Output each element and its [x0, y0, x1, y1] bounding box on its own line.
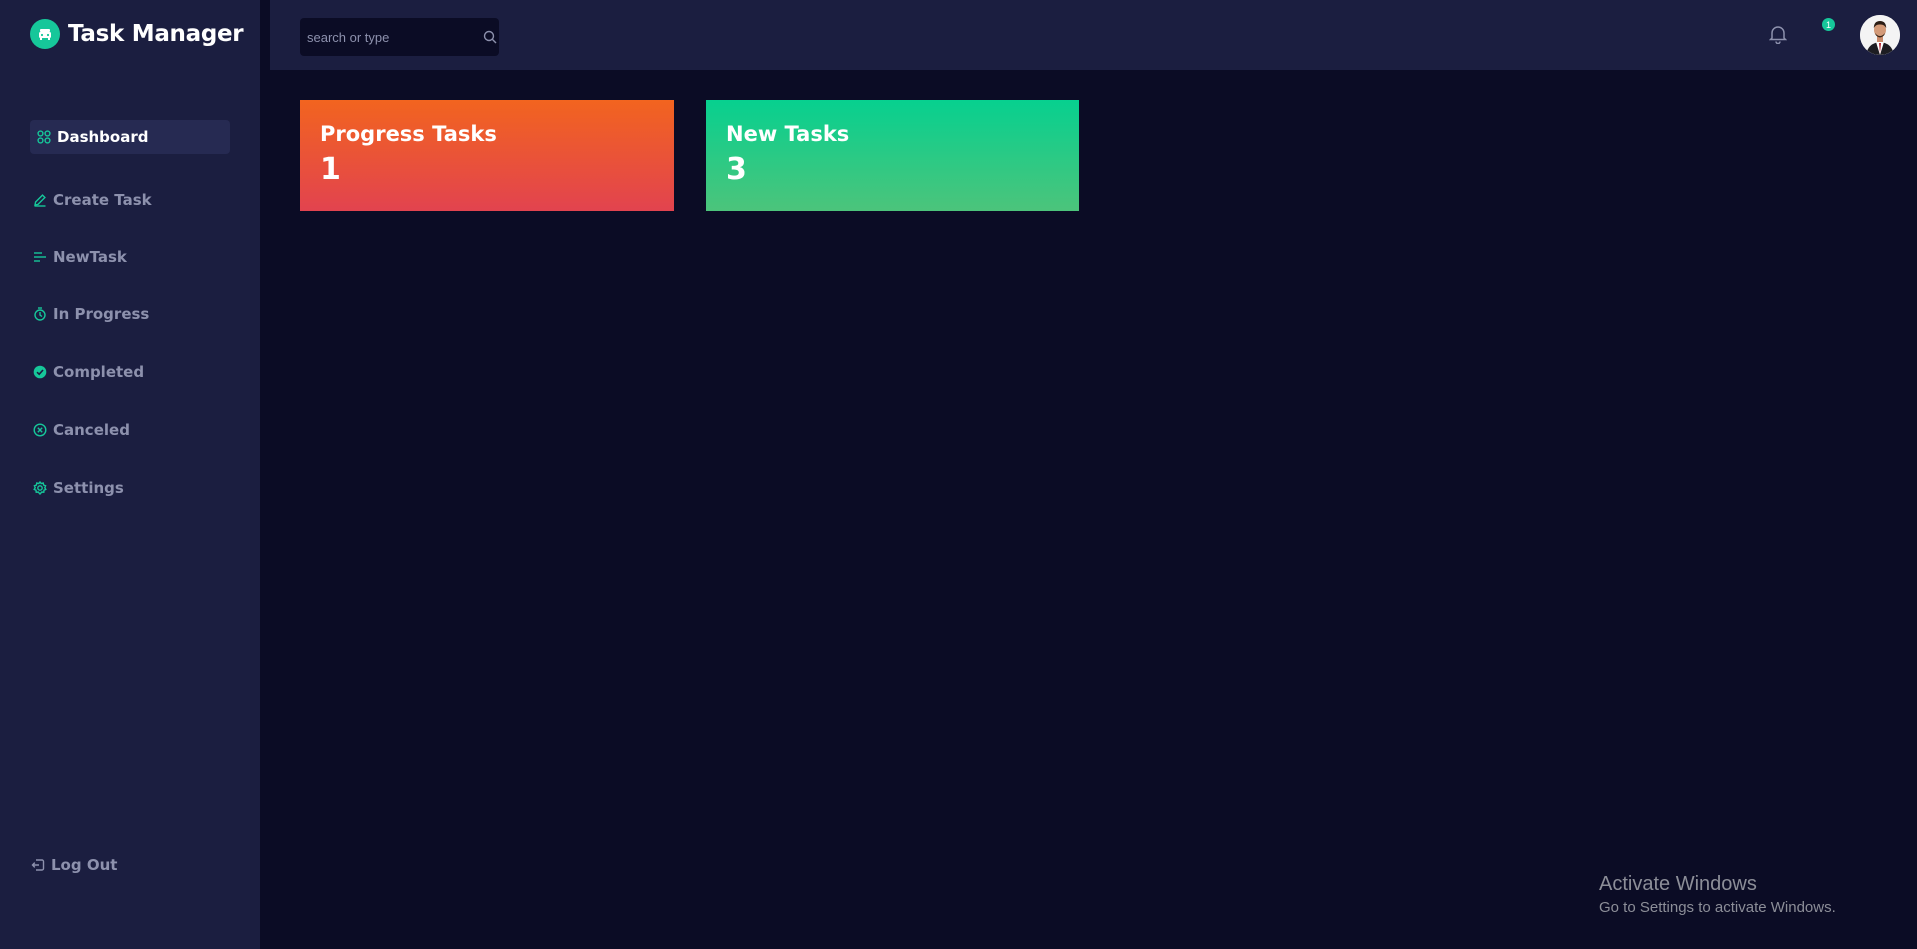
sidebar: Task Manager Dashboard Create Task NewTa…	[0, 0, 260, 949]
activate-windows-watermark: Activate Windows Go to Settings to activ…	[1599, 873, 1836, 916]
sidebar-item-label: NewTask	[53, 248, 127, 266]
sidebar-item-create-task[interactable]: Create Task	[30, 183, 230, 217]
sidebar-item-dashboard[interactable]: Dashboard	[30, 120, 230, 154]
search-icon[interactable]	[483, 28, 497, 46]
list-icon	[32, 249, 48, 265]
card-title: New Tasks	[726, 122, 850, 146]
card-count: 3	[726, 152, 747, 187]
card-title: Progress Tasks	[320, 122, 497, 146]
avatar[interactable]	[1860, 15, 1900, 55]
watermark-subtitle: Go to Settings to activate Windows.	[1599, 899, 1836, 916]
sidebar-item-label: In Progress	[53, 305, 150, 323]
logout-button[interactable]: Log Out	[30, 848, 117, 882]
pencil-icon	[32, 192, 48, 208]
sidebar-item-label: Create Task	[53, 191, 152, 209]
grid-icon	[36, 129, 52, 145]
logout-label: Log Out	[51, 856, 118, 874]
search-box	[300, 18, 499, 56]
new-tasks-card[interactable]: New Tasks 3	[706, 100, 1079, 211]
search-input[interactable]	[300, 18, 483, 56]
x-circle-icon	[32, 422, 48, 438]
gear-icon	[32, 480, 48, 496]
sidebar-item-label: Canceled	[53, 421, 130, 439]
stopwatch-icon	[32, 306, 48, 322]
sidebar-item-canceled[interactable]: Canceled	[30, 413, 230, 447]
sidebar-item-label: Completed	[53, 363, 145, 381]
sidebar-item-in-progress[interactable]: In Progress	[30, 297, 230, 331]
notification-badge: 1	[1822, 18, 1835, 31]
progress-tasks-card[interactable]: Progress Tasks 1	[300, 100, 674, 211]
logout-icon	[30, 857, 46, 873]
sidebar-item-newtask[interactable]: NewTask	[30, 240, 230, 274]
check-circle-icon	[32, 364, 48, 380]
sidebar-item-completed[interactable]: Completed	[30, 355, 230, 389]
notification-bell-icon[interactable]	[1767, 22, 1789, 46]
app-title: Task Manager	[68, 21, 244, 47]
taxi-logo-icon	[30, 19, 60, 49]
sidebar-item-settings[interactable]: Settings	[30, 471, 230, 505]
topbar: 1	[270, 0, 1917, 70]
card-count: 1	[320, 152, 341, 187]
sidebar-item-label: Settings	[53, 479, 124, 497]
brand[interactable]: Task Manager	[30, 19, 244, 49]
sidebar-item-label: Dashboard	[57, 128, 149, 146]
watermark-title: Activate Windows	[1599, 873, 1757, 895]
